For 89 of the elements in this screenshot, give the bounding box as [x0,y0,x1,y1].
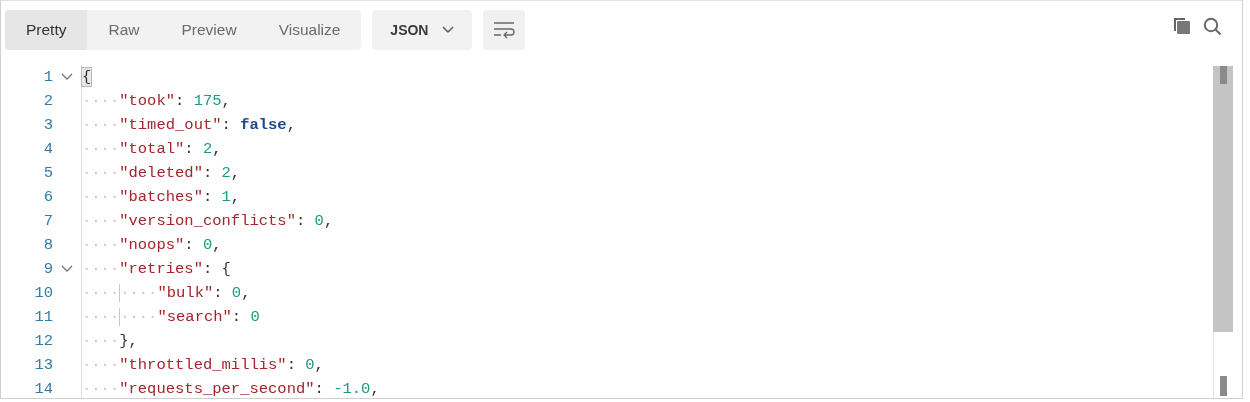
json-number: 0 [250,308,260,326]
json-number: 0 [231,284,242,302]
line-number: 3 [42,115,53,136]
view-tab[interactable]: Raw [87,10,161,50]
copy-icon[interactable] [1173,17,1191,35]
indent-marker: ···· [82,380,120,398]
indent-marker: ···· [82,116,120,134]
json-number: 2 [221,164,231,182]
json-number: -1.0 [333,380,371,398]
json-key: "timed_out" [119,116,222,134]
line-number: 8 [42,235,53,256]
json-punctuation: , [370,380,380,398]
wrap-lines-button[interactable] [483,10,526,50]
json-punctuation: : [221,116,232,134]
json-key: "noops" [119,236,185,254]
json-punctuation: , [128,332,138,350]
json-key: "bulk" [157,284,214,302]
json-punctuation: , [230,188,241,206]
json-number: 0 [305,356,315,374]
search-icon[interactable] [1203,17,1222,36]
line-number: 13 [33,355,53,376]
json-punctuation: : [295,212,307,230]
indent-marker: ···· [82,308,120,326]
json-punctuation: , [323,212,334,230]
indent-marker: ···· [82,212,120,230]
indent-marker: ···· [82,260,120,278]
json-punctuation: , [241,284,251,302]
json-number: 175 [193,92,222,110]
json-punctuation: , [212,236,222,254]
json-punctuation: : [213,284,224,302]
json-key: "deleted" [119,164,203,182]
line-number: 6 [42,187,53,208]
line-number: 1 [42,67,53,88]
json-punctuation: , [230,164,241,182]
indent-marker: ···· [82,356,120,374]
json-bracket: { [221,260,231,278]
line-number: 10 [33,283,53,304]
chevron-down-icon[interactable] [61,73,73,81]
line-number: 12 [33,331,53,352]
json-key: "took" [119,92,176,110]
view-tab[interactable]: Preview [160,10,258,50]
indent-marker: ···· [82,188,120,206]
wrap-lines-icon [493,21,516,39]
json-punctuation: , [212,140,222,158]
json-punctuation: , [221,92,231,110]
json-punctuation: : [202,188,214,206]
json-punctuation: : [175,92,186,110]
json-number: 0 [314,212,324,230]
json-punctuation: : [184,140,195,158]
json-key: "search" [157,308,232,326]
json-punctuation: : [314,380,325,398]
indent-marker: ···· [82,284,120,302]
chevron-down-icon[interactable] [61,265,73,273]
scrollbar[interactable] [1213,66,1233,398]
format-dropdown[interactable]: JSON [372,10,473,50]
json-bracket: } [119,332,129,350]
line-number: 11 [33,307,53,328]
json-key: "version_conflicts" [119,212,296,230]
json-punctuation: : [202,260,214,278]
json-key: "requests_per_second" [119,380,315,398]
json-key: "total" [119,140,185,158]
line-number: 9 [42,259,53,280]
chevron-down-icon [442,26,455,34]
json-key: "throttled_millis" [119,356,287,374]
line-number: 4 [42,139,53,160]
line-number: 5 [42,163,53,184]
indent-marker: ···· [82,164,120,182]
view-tab[interactable]: Pretty [5,10,88,50]
json-punctuation: : [202,164,214,182]
json-punctuation: : [184,236,195,254]
indent-marker: ···· [82,332,120,350]
line-number: 14 [33,379,53,398]
json-number: 1 [221,188,231,206]
line-number: 7 [42,211,53,232]
json-punctuation: : [231,308,243,326]
indent-marker: ···· [82,236,120,254]
indent-marker: ···· [82,140,120,158]
view-tab[interactable]: Visualize [257,10,362,50]
json-boolean: false [240,116,287,134]
line-number: 2 [42,91,53,112]
json-number: 2 [202,140,213,158]
json-punctuation: : [286,356,297,374]
json-punctuation: , [314,356,324,374]
json-key: "batches" [119,188,203,206]
indent-marker: ···· [82,92,120,110]
json-punctuation: , [286,116,296,134]
json-number: 0 [202,236,213,254]
json-bracket: { [82,68,92,86]
json-key: "retries" [119,260,203,278]
